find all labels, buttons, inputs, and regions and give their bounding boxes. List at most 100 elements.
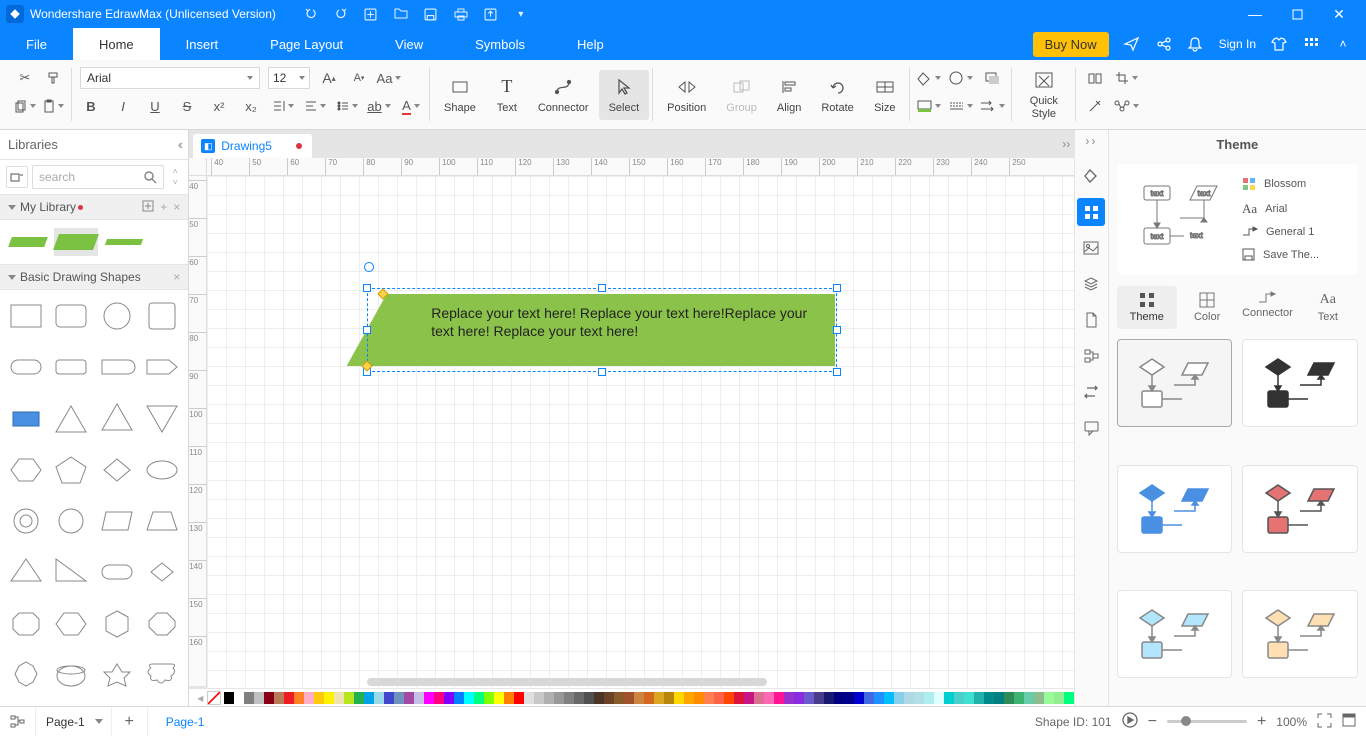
color-swatch[interactable]: [984, 692, 994, 704]
lib-up-icon[interactable]: ˄: [173, 167, 178, 176]
shape-palette-item[interactable]: [52, 450, 92, 490]
theme-card[interactable]: [1242, 590, 1358, 678]
send-icon[interactable]: [1123, 35, 1141, 53]
crop-icon[interactable]: [1116, 67, 1138, 89]
rotate-tool[interactable]: Rotate: [811, 70, 863, 120]
lib-thumb-2[interactable]: [54, 228, 98, 256]
color-swatch[interactable]: [394, 692, 404, 704]
buy-now-button[interactable]: Buy Now: [1033, 32, 1109, 57]
color-swatch[interactable]: [464, 692, 474, 704]
color-swatch[interactable]: [404, 692, 414, 704]
color-swatch[interactable]: [864, 692, 874, 704]
color-swatch[interactable]: [694, 692, 704, 704]
color-swatch[interactable]: [914, 692, 924, 704]
color-swatch[interactable]: [794, 692, 804, 704]
shape-palette-item[interactable]: [6, 655, 46, 695]
color-swatch[interactable]: [504, 692, 514, 704]
open-icon[interactable]: [389, 2, 413, 26]
align-tool[interactable]: Align: [767, 70, 811, 120]
paste-icon[interactable]: [42, 95, 64, 117]
handle-w[interactable]: [363, 326, 371, 334]
color-swatch[interactable]: [494, 692, 504, 704]
color-swatch[interactable]: [634, 692, 644, 704]
collapse-lib-icon[interactable]: ‹‹: [178, 137, 181, 152]
color-swatch[interactable]: [684, 692, 694, 704]
color-swatch[interactable]: [654, 692, 664, 704]
text-tool[interactable]: TText: [486, 70, 528, 120]
color-swatch[interactable]: [514, 692, 524, 704]
image-panel-icon[interactable]: [1077, 234, 1105, 262]
color-swatch[interactable]: [784, 692, 794, 704]
color-swatch[interactable]: [424, 692, 434, 704]
shape-palette-item[interactable]: [143, 655, 183, 695]
zoom-in-icon[interactable]: +: [1257, 713, 1266, 731]
outline-tree-icon[interactable]: [0, 707, 36, 736]
rotate-handle[interactable]: [364, 262, 374, 272]
export-icon[interactable]: [479, 2, 503, 26]
handle-nw[interactable]: [363, 284, 371, 292]
shape-palette-item[interactable]: [143, 552, 183, 592]
zoom-slider[interactable]: [1167, 720, 1247, 723]
color-swatch[interactable]: [994, 692, 1004, 704]
shape-palette-item[interactable]: [52, 501, 92, 541]
color-swatch[interactable]: [524, 692, 534, 704]
color-swatch[interactable]: [324, 692, 334, 704]
distribute-icon[interactable]: [1116, 95, 1138, 117]
color-swatch[interactable]: [1054, 692, 1064, 704]
line-icon[interactable]: [950, 67, 972, 89]
color-swatch[interactable]: [614, 692, 624, 704]
shape-palette-item[interactable]: [52, 399, 92, 439]
shape-palette-item[interactable]: [6, 501, 46, 541]
shadow-icon[interactable]: [982, 67, 1004, 89]
color-swatch[interactable]: [644, 692, 654, 704]
close-button[interactable]: ✕: [1318, 0, 1360, 28]
swap-panel-icon[interactable]: [1077, 378, 1105, 406]
color-swatch[interactable]: [924, 692, 934, 704]
color-swatch[interactable]: [294, 692, 304, 704]
color-swatch[interactable]: [754, 692, 764, 704]
color-swatch[interactable]: [814, 692, 824, 704]
color-swatch[interactable]: [574, 692, 584, 704]
presentation-icon[interactable]: [1122, 712, 1138, 731]
shape-palette-item[interactable]: [97, 296, 137, 336]
copy-icon[interactable]: [14, 95, 36, 117]
color-swatch[interactable]: [534, 692, 544, 704]
color-swatch[interactable]: [704, 692, 714, 704]
subscript-icon[interactable]: x₂: [240, 95, 262, 117]
color-swatch[interactable]: [854, 692, 864, 704]
page-select[interactable]: Page-1: [36, 707, 112, 736]
handle-e[interactable]: [833, 326, 841, 334]
menu-file[interactable]: File: [0, 28, 73, 60]
fill-panel-icon[interactable]: [1077, 162, 1105, 190]
color-swatch[interactable]: [1004, 692, 1014, 704]
position-tool[interactable]: Position: [657, 70, 716, 120]
handle-n[interactable]: [598, 284, 606, 292]
theme-tab-theme[interactable]: Theme: [1117, 286, 1177, 329]
shape-palette-item[interactable]: [52, 552, 92, 592]
theme-tab-text[interactable]: AaText: [1298, 286, 1358, 329]
color-swatch[interactable]: [244, 692, 254, 704]
color-swatch[interactable]: [274, 692, 284, 704]
quick-style-tool[interactable]: Quick Style: [1020, 63, 1068, 125]
cut-icon[interactable]: ✂: [14, 67, 36, 89]
menu-help[interactable]: Help: [551, 28, 630, 60]
color-swatch[interactable]: [954, 692, 964, 704]
connector-tool[interactable]: Connector: [528, 70, 599, 120]
shape-palette-item[interactable]: [6, 604, 46, 644]
color-swatch[interactable]: [594, 692, 604, 704]
fill-color-icon[interactable]: [918, 95, 940, 117]
color-swatch[interactable]: [774, 692, 784, 704]
color-swatch[interactable]: [834, 692, 844, 704]
theme-font-row[interactable]: AaArial: [1242, 201, 1354, 217]
bell-icon[interactable]: [1187, 35, 1205, 53]
theme-card[interactable]: [1117, 465, 1233, 553]
color-swatch[interactable]: [744, 692, 754, 704]
lib-down-icon[interactable]: ˅: [173, 178, 178, 187]
minimize-button[interactable]: ―: [1234, 0, 1276, 28]
arrow-style-icon[interactable]: [982, 95, 1004, 117]
color-swatch[interactable]: [1064, 692, 1074, 704]
plus-lib-icon[interactable]: +: [160, 200, 167, 215]
collapse-ribbon-icon[interactable]: ˄: [1334, 35, 1352, 53]
color-swatch[interactable]: [334, 692, 344, 704]
page-panel-icon[interactable]: [1077, 306, 1105, 334]
